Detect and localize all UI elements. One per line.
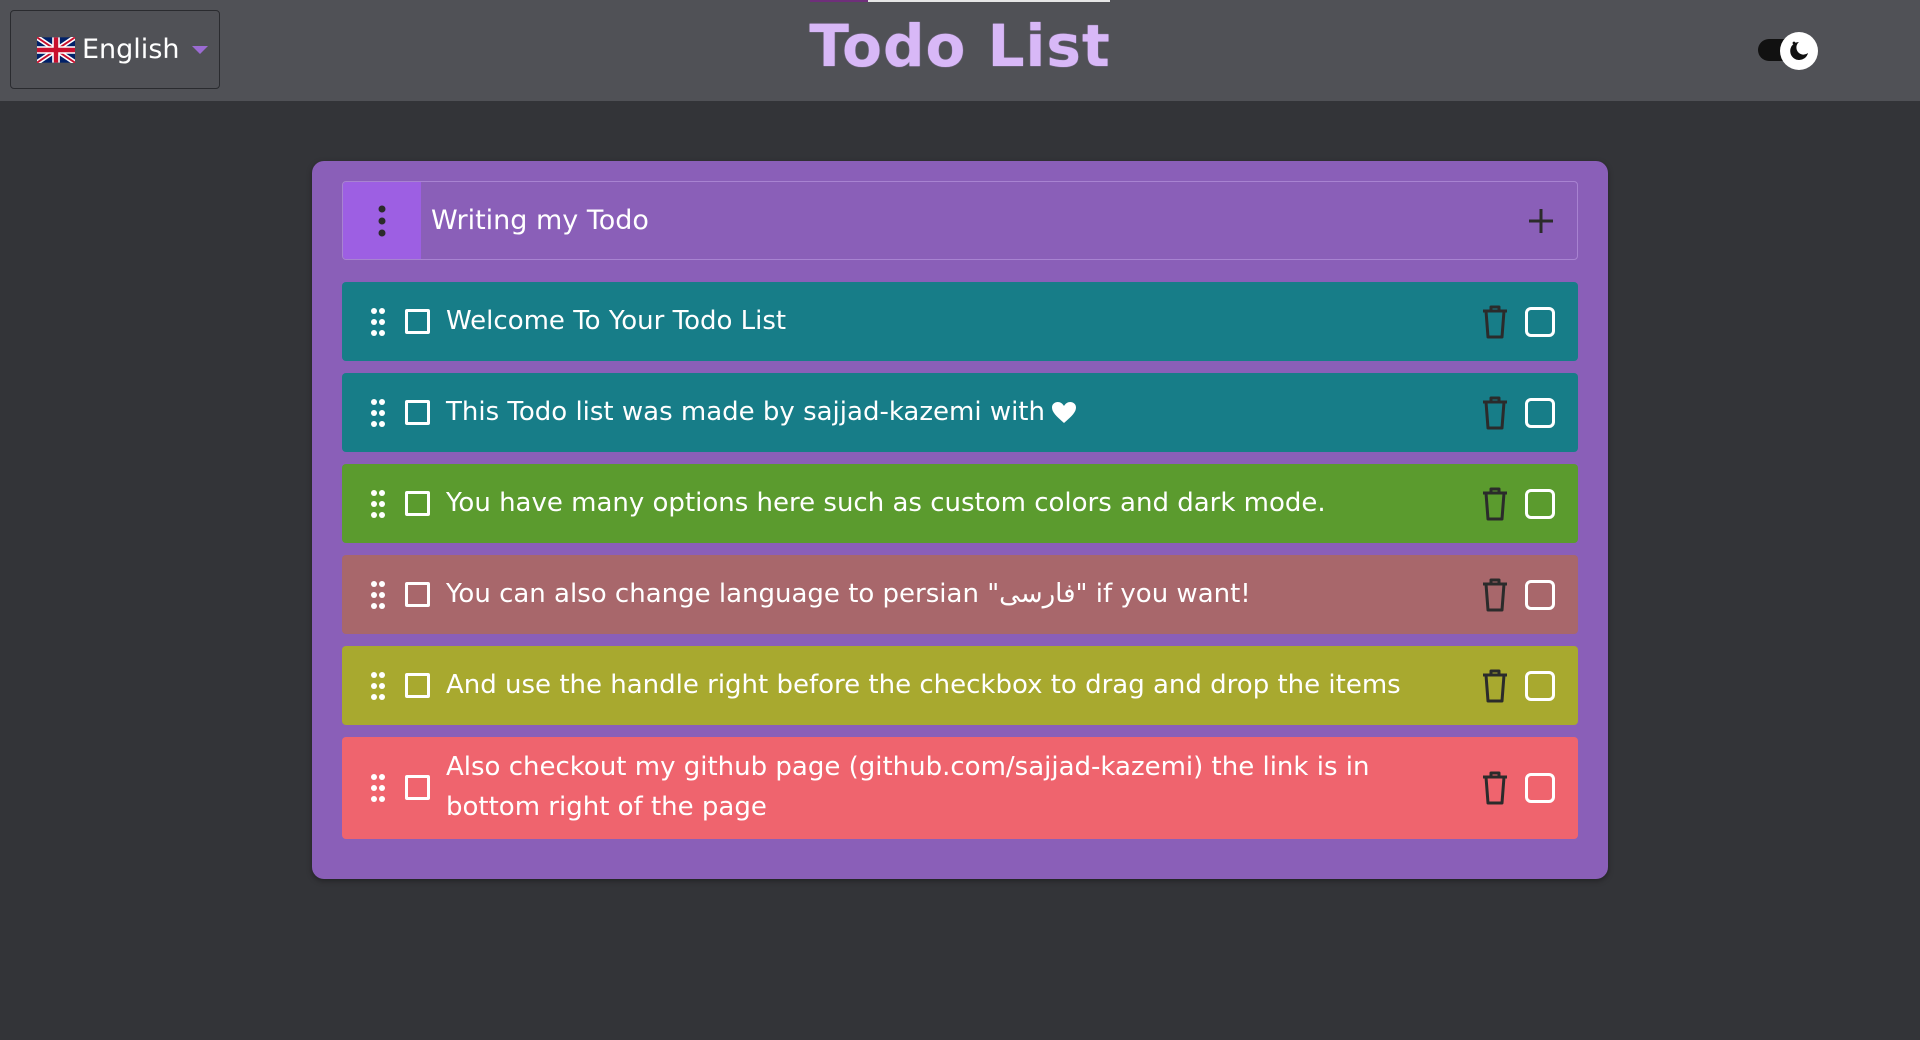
color-picker-button[interactable] [1525, 307, 1555, 337]
todo-text: This Todo list was made by sajjad-kazemi… [446, 392, 1446, 432]
todo-card: Welcome To Your Todo List This Todo list… [312, 161, 1608, 879]
composer-menu-button[interactable] [343, 182, 421, 259]
todo-checkbox[interactable] [405, 309, 430, 334]
drag-handle-icon[interactable] [370, 307, 386, 337]
todo-composer [342, 181, 1578, 260]
todo-text: You have many options here such as custo… [446, 483, 1446, 523]
todo-item: You have many options here such as custo… [342, 464, 1578, 543]
drag-handle-icon[interactable] [370, 398, 386, 428]
todo-text: You can also change language to persian … [446, 574, 1446, 614]
heart-icon [1051, 401, 1076, 423]
title-underline-accent [810, 0, 868, 2]
todo-text: Also checkout my github page (github.com… [446, 747, 1446, 827]
todo-checkbox[interactable] [405, 400, 430, 425]
delete-todo-button[interactable] [1482, 578, 1508, 612]
todo-item: Welcome To Your Todo List [342, 282, 1578, 361]
todo-text-label: Welcome To Your Todo List [446, 306, 787, 336]
todo-item: This Todo list was made by sajjad-kazemi… [342, 373, 1578, 452]
delete-todo-button[interactable] [1482, 669, 1508, 703]
todo-checkbox[interactable] [405, 582, 430, 607]
drag-handle-icon[interactable] [370, 773, 386, 803]
trash-icon [1483, 396, 1507, 430]
todo-text: And use the handle right before the chec… [446, 665, 1446, 705]
todo-text: Welcome To Your Todo List [446, 301, 1446, 341]
todo-text-label: You can also change language to persian … [446, 579, 1251, 609]
todo-text-label: Also checkout my github page (github.com… [446, 752, 1370, 822]
trash-icon [1483, 305, 1507, 339]
todo-checkbox[interactable] [405, 673, 430, 698]
color-picker-button[interactable] [1525, 398, 1555, 428]
vertical-dots-icon [378, 205, 386, 236]
moon-icon [1790, 41, 1808, 60]
color-picker-button[interactable] [1525, 671, 1555, 701]
todo-item: Also checkout my github page (github.com… [342, 737, 1578, 839]
todo-text-label: This Todo list was made by sajjad-kazemi… [446, 397, 1045, 427]
todo-item: You can also change language to persian … [342, 555, 1578, 634]
todo-checkbox[interactable] [405, 775, 430, 800]
trash-icon [1483, 487, 1507, 521]
color-picker-button[interactable] [1525, 580, 1555, 610]
trash-icon [1483, 771, 1507, 805]
todo-input[interactable] [431, 182, 1471, 259]
drag-handle-icon[interactable] [370, 580, 386, 610]
drag-handle-icon[interactable] [370, 671, 386, 701]
todo-text-label: And use the handle right before the chec… [446, 670, 1401, 700]
color-picker-button[interactable] [1525, 773, 1555, 803]
delete-todo-button[interactable] [1482, 305, 1508, 339]
app-header: English Todo List [0, 0, 1920, 101]
delete-todo-button[interactable] [1482, 487, 1508, 521]
trash-icon [1483, 669, 1507, 703]
plus-icon [1529, 209, 1553, 233]
trash-icon [1483, 578, 1507, 612]
drag-handle-icon[interactable] [370, 489, 386, 519]
delete-todo-button[interactable] [1482, 771, 1508, 805]
toggle-knob [1780, 32, 1818, 70]
todo-item: And use the handle right before the chec… [342, 646, 1578, 725]
page-title: Todo List [809, 12, 1111, 80]
color-picker-button[interactable] [1525, 489, 1555, 519]
dark-mode-toggle[interactable] [1758, 32, 1822, 70]
add-todo-button[interactable] [1521, 201, 1561, 241]
todo-checkbox[interactable] [405, 491, 430, 516]
todo-text-label: You have many options here such as custo… [446, 488, 1326, 518]
delete-todo-button[interactable] [1482, 396, 1508, 430]
